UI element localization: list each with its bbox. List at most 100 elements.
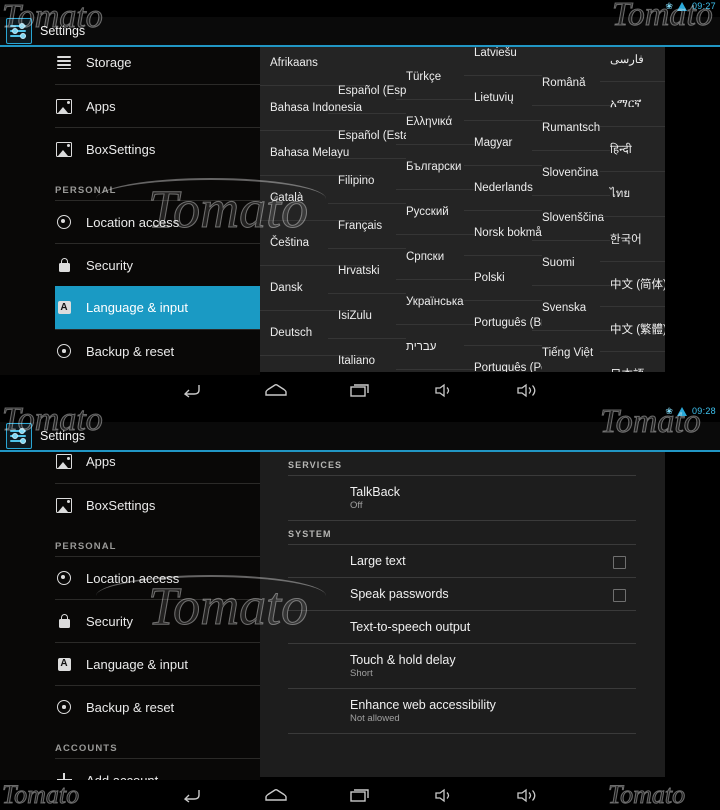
sidebar-item-location-access[interactable]: Location access: [55, 556, 260, 599]
language-option[interactable]: ไทย: [600, 172, 665, 217]
sidebar-item-label: Apps: [86, 98, 116, 114]
volume-up-icon[interactable]: [515, 380, 541, 400]
back-icon[interactable]: [179, 380, 205, 400]
language-option[interactable]: Magyar: [464, 121, 542, 166]
apps-icon: [55, 453, 73, 471]
language-option[interactable]: हिन्दी: [600, 127, 665, 172]
accessibility-row-speak-passwords[interactable]: Speak passwords: [288, 578, 636, 611]
checkbox[interactable]: [613, 556, 626, 569]
language-option[interactable]: Português (Portu: [464, 346, 542, 372]
sidebar-item-add-account[interactable]: Add account: [55, 758, 260, 780]
accessibility-row-title: TalkBack: [350, 485, 401, 499]
sidebar-item-label: Language & input: [86, 300, 188, 315]
wifi-icon: [676, 406, 688, 416]
panel-edge-fade: [702, 452, 720, 780]
accessibility-row-large-text[interactable]: Large text: [288, 545, 636, 578]
volume-down-icon[interactable]: [431, 380, 457, 400]
language-option[interactable]: Slovenščina: [532, 196, 610, 241]
accessibility-row-enhance-web-accessibility[interactable]: Enhance web accessibility Not allowed: [288, 689, 636, 734]
language-option[interactable]: Български: [396, 145, 474, 190]
sidebar-item-location-access[interactable]: Location access: [55, 200, 260, 243]
sidebar-item-storage[interactable]: Storage: [55, 47, 260, 84]
plus-icon: [55, 771, 73, 780]
language-picker-dialog[interactable]: Afrikaans Bahasa Indonesia Bahasa Melayu Ca…: [260, 47, 665, 372]
language-option[interactable]: Ελληνικά: [396, 100, 474, 145]
accessibility-row-text-to-speech-output[interactable]: Text-to-speech output: [288, 611, 636, 644]
backup-icon: [55, 342, 73, 360]
language-option[interactable]: 中文 (繁體): [600, 307, 665, 352]
language-option[interactable]: 中文 (简体): [600, 262, 665, 307]
language-option[interactable]: Suomi: [532, 241, 610, 286]
lock-icon: [55, 612, 73, 630]
language-option[interactable]: العربية: [396, 370, 474, 372]
sidebar-item-language-input[interactable]: A Language & input: [55, 286, 260, 329]
settings-sidebar-bottom[interactable]: Apps BoxSettings PERSONAL Location access Se…: [0, 452, 260, 780]
language-option[interactable]: Rumantsch: [532, 106, 610, 151]
language-option[interactable]: Nederlands: [464, 166, 542, 211]
sidebar-item-apps[interactable]: Apps: [55, 84, 260, 127]
language-option[interactable]: Српски: [396, 235, 474, 280]
checkbox[interactable]: [613, 589, 626, 602]
language-option[interactable]: Українська: [396, 280, 474, 325]
volume-down-icon[interactable]: [431, 785, 457, 805]
sidebar-item-label: Security: [86, 257, 133, 273]
language-option[interactable]: አማርኛ: [600, 82, 665, 127]
language-option[interactable]: Latviešu: [464, 47, 542, 76]
sidebar-item-label: Apps: [86, 454, 116, 469]
back-icon[interactable]: [179, 785, 205, 805]
recents-icon[interactable]: [347, 380, 373, 400]
status-bar-right-group: ❀ 09:28: [665, 406, 716, 416]
language-option[interactable]: Filipino: [328, 159, 406, 204]
lock-icon: [55, 256, 73, 274]
language-option[interactable]: עברית: [396, 325, 474, 370]
panel-edge-fade: [702, 47, 720, 375]
language-option[interactable]: Français: [328, 204, 406, 249]
language-option[interactable]: Español (Estados U: [328, 114, 406, 159]
sidebar-item-security[interactable]: Security: [55, 599, 260, 642]
location-icon: [55, 213, 73, 231]
language-option[interactable]: Español (España): [328, 69, 406, 114]
language-option[interactable]: Português (Brasi: [464, 301, 542, 346]
home-icon[interactable]: [263, 380, 289, 400]
language-option[interactable]: Italiano: [328, 339, 406, 372]
language-option[interactable]: فارسی: [600, 47, 665, 82]
sidebar-item-backup-reset[interactable]: Backup & reset: [55, 685, 260, 728]
language-option[interactable]: IsiZulu: [328, 294, 406, 339]
home-icon[interactable]: [263, 785, 289, 805]
language-column: Română Rumantsch Slovenčina Slovenščina Suom…: [532, 61, 610, 372]
recents-icon[interactable]: [347, 785, 373, 805]
language-option[interactable]: Türkçe: [396, 55, 474, 100]
volume-up-icon[interactable]: [515, 785, 541, 805]
language-option[interactable]: Norsk bokmål: [464, 211, 542, 256]
sidebar-item-language-input[interactable]: A Language & input: [55, 642, 260, 685]
status-clock: 09:27: [691, 1, 716, 11]
screen-bottom: ❀ 09:28 Settings Apps BoxSettings PERSONAL…: [0, 405, 720, 810]
sidebar-item-backup-reset[interactable]: Backup & reset: [55, 329, 260, 372]
sidebar-item-label: Security: [86, 613, 133, 629]
status-bar-top: ❀ 09:27: [0, 0, 720, 17]
sidebar-item-security[interactable]: Security: [55, 243, 260, 286]
accessibility-settings-list[interactable]: SERVICES TalkBack Off SYSTEM Large text Speak…: [260, 452, 665, 777]
language-option[interactable]: Polski: [464, 256, 542, 301]
language-option[interactable]: 한국어: [600, 217, 665, 262]
language-option[interactable]: Tiếng Việt: [532, 331, 610, 372]
nav-bar-top[interactable]: [0, 375, 720, 405]
language-option[interactable]: Русский: [396, 190, 474, 235]
settings-sidebar-top[interactable]: Storage Apps BoxSettings PERSONAL Location a…: [0, 47, 260, 375]
accessibility-row-talkback[interactable]: TalkBack Off: [288, 476, 636, 521]
language-option[interactable]: Slovenčina: [532, 151, 610, 196]
language-column: فارسیአማርኛहिन्दीไทย한국어中文 (简体)中文 (繁體)日本語: [600, 47, 665, 372]
language-option[interactable]: Lietuvių: [464, 76, 542, 121]
sidebar-item-apps[interactable]: Apps: [55, 452, 260, 483]
accessibility-row-title: Touch & hold delay: [350, 653, 456, 667]
language-option[interactable]: Română: [532, 61, 610, 106]
nav-bar-bottom[interactable]: [0, 780, 720, 810]
language-option[interactable]: Hrvatski: [328, 249, 406, 294]
language-option[interactable]: Svenska: [532, 286, 610, 331]
sidebar-item-boxsettings[interactable]: BoxSettings: [55, 483, 260, 526]
language-icon: A: [55, 299, 73, 317]
sidebar-item-boxsettings[interactable]: BoxSettings: [55, 127, 260, 170]
accessibility-row-subtitle: Short: [350, 668, 373, 679]
accessibility-row-touch-hold-delay[interactable]: Touch & hold delay Short: [288, 644, 636, 689]
language-option[interactable]: 日本語: [600, 352, 665, 372]
